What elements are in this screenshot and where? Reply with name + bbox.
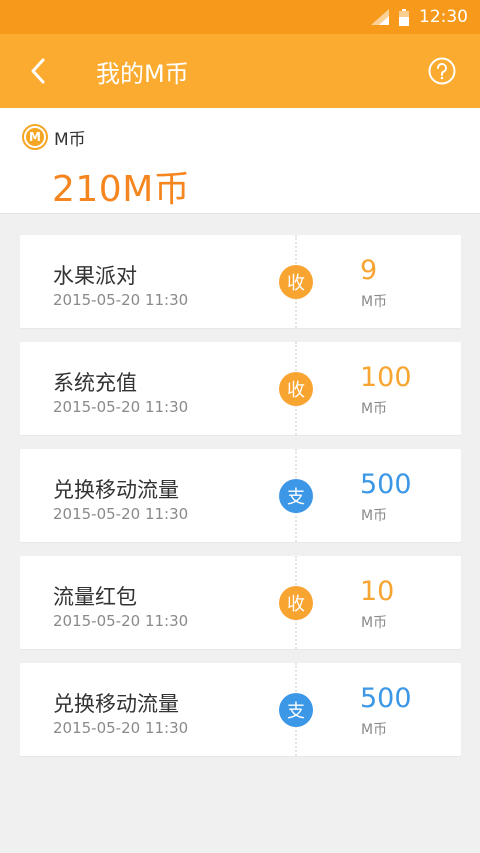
balance-total: 210M币 [52,169,191,210]
app-bar: 我的M币 [0,34,480,108]
status-bar: 12:30 [0,0,480,34]
balance-label: M币 [54,129,86,150]
transaction-time: 2015-05-20 11:30 [53,398,189,416]
transaction-title: 流量红包 [53,585,137,609]
status-time: 12:30 [419,7,468,27]
transaction-amount: 10 [360,576,395,607]
expense-badge-icon: 支 [279,693,313,727]
transaction-time: 2015-05-20 11:30 [53,291,189,309]
help-button[interactable] [404,34,480,108]
transaction-title: 水果派对 [53,264,137,288]
balance-label-row: M M币 [22,124,86,150]
transaction-title: 兑换移动流量 [53,692,179,716]
transaction-amount: 500 [360,469,412,500]
transaction-amount: 100 [360,362,412,393]
transaction-amount: 500 [360,683,412,714]
transaction-title: 兑换移动流量 [53,478,179,502]
transaction-item[interactable]: 兑换移动流量 2015-05-20 11:30 支 500 M币 [20,663,461,756]
m-coin-icon: M [22,124,48,150]
expense-badge-icon: 支 [279,479,313,513]
transaction-amount: 9 [360,255,378,286]
transaction-item[interactable]: 流量红包 2015-05-20 11:30 收 10 M币 [20,556,461,649]
transaction-unit: M币 [361,294,388,310]
help-icon [428,57,456,85]
balance-summary: M M币 210M币 [0,108,480,214]
transaction-item[interactable]: 水果派对 2015-05-20 11:30 收 9 M币 [20,235,461,328]
income-badge-icon: 收 [279,586,313,620]
transaction-time: 2015-05-20 11:30 [53,612,189,630]
transaction-unit: M币 [361,615,388,631]
transaction-list: 水果派对 2015-05-20 11:30 收 9 M币 系统充值 2015-05-20 1… [20,235,461,770]
back-button[interactable] [0,34,76,108]
transaction-time: 2015-05-20 11:30 [53,505,189,523]
transaction-item[interactable]: 系统充值 2015-05-20 11:30 收 100 M币 [20,342,461,435]
page-title: 我的M币 [96,59,189,88]
income-badge-icon: 收 [279,265,313,299]
signal-icon [371,9,389,25]
transaction-item[interactable]: 兑换移动流量 2015-05-20 11:30 支 500 M币 [20,449,461,542]
income-badge-icon: 收 [279,372,313,406]
transaction-unit: M币 [361,508,388,524]
battery-icon [399,8,409,26]
chevron-left-icon [31,58,45,84]
transaction-unit: M币 [361,401,388,417]
transaction-unit: M币 [361,722,388,738]
transaction-title: 系统充值 [53,371,137,395]
transaction-time: 2015-05-20 11:30 [53,719,189,737]
